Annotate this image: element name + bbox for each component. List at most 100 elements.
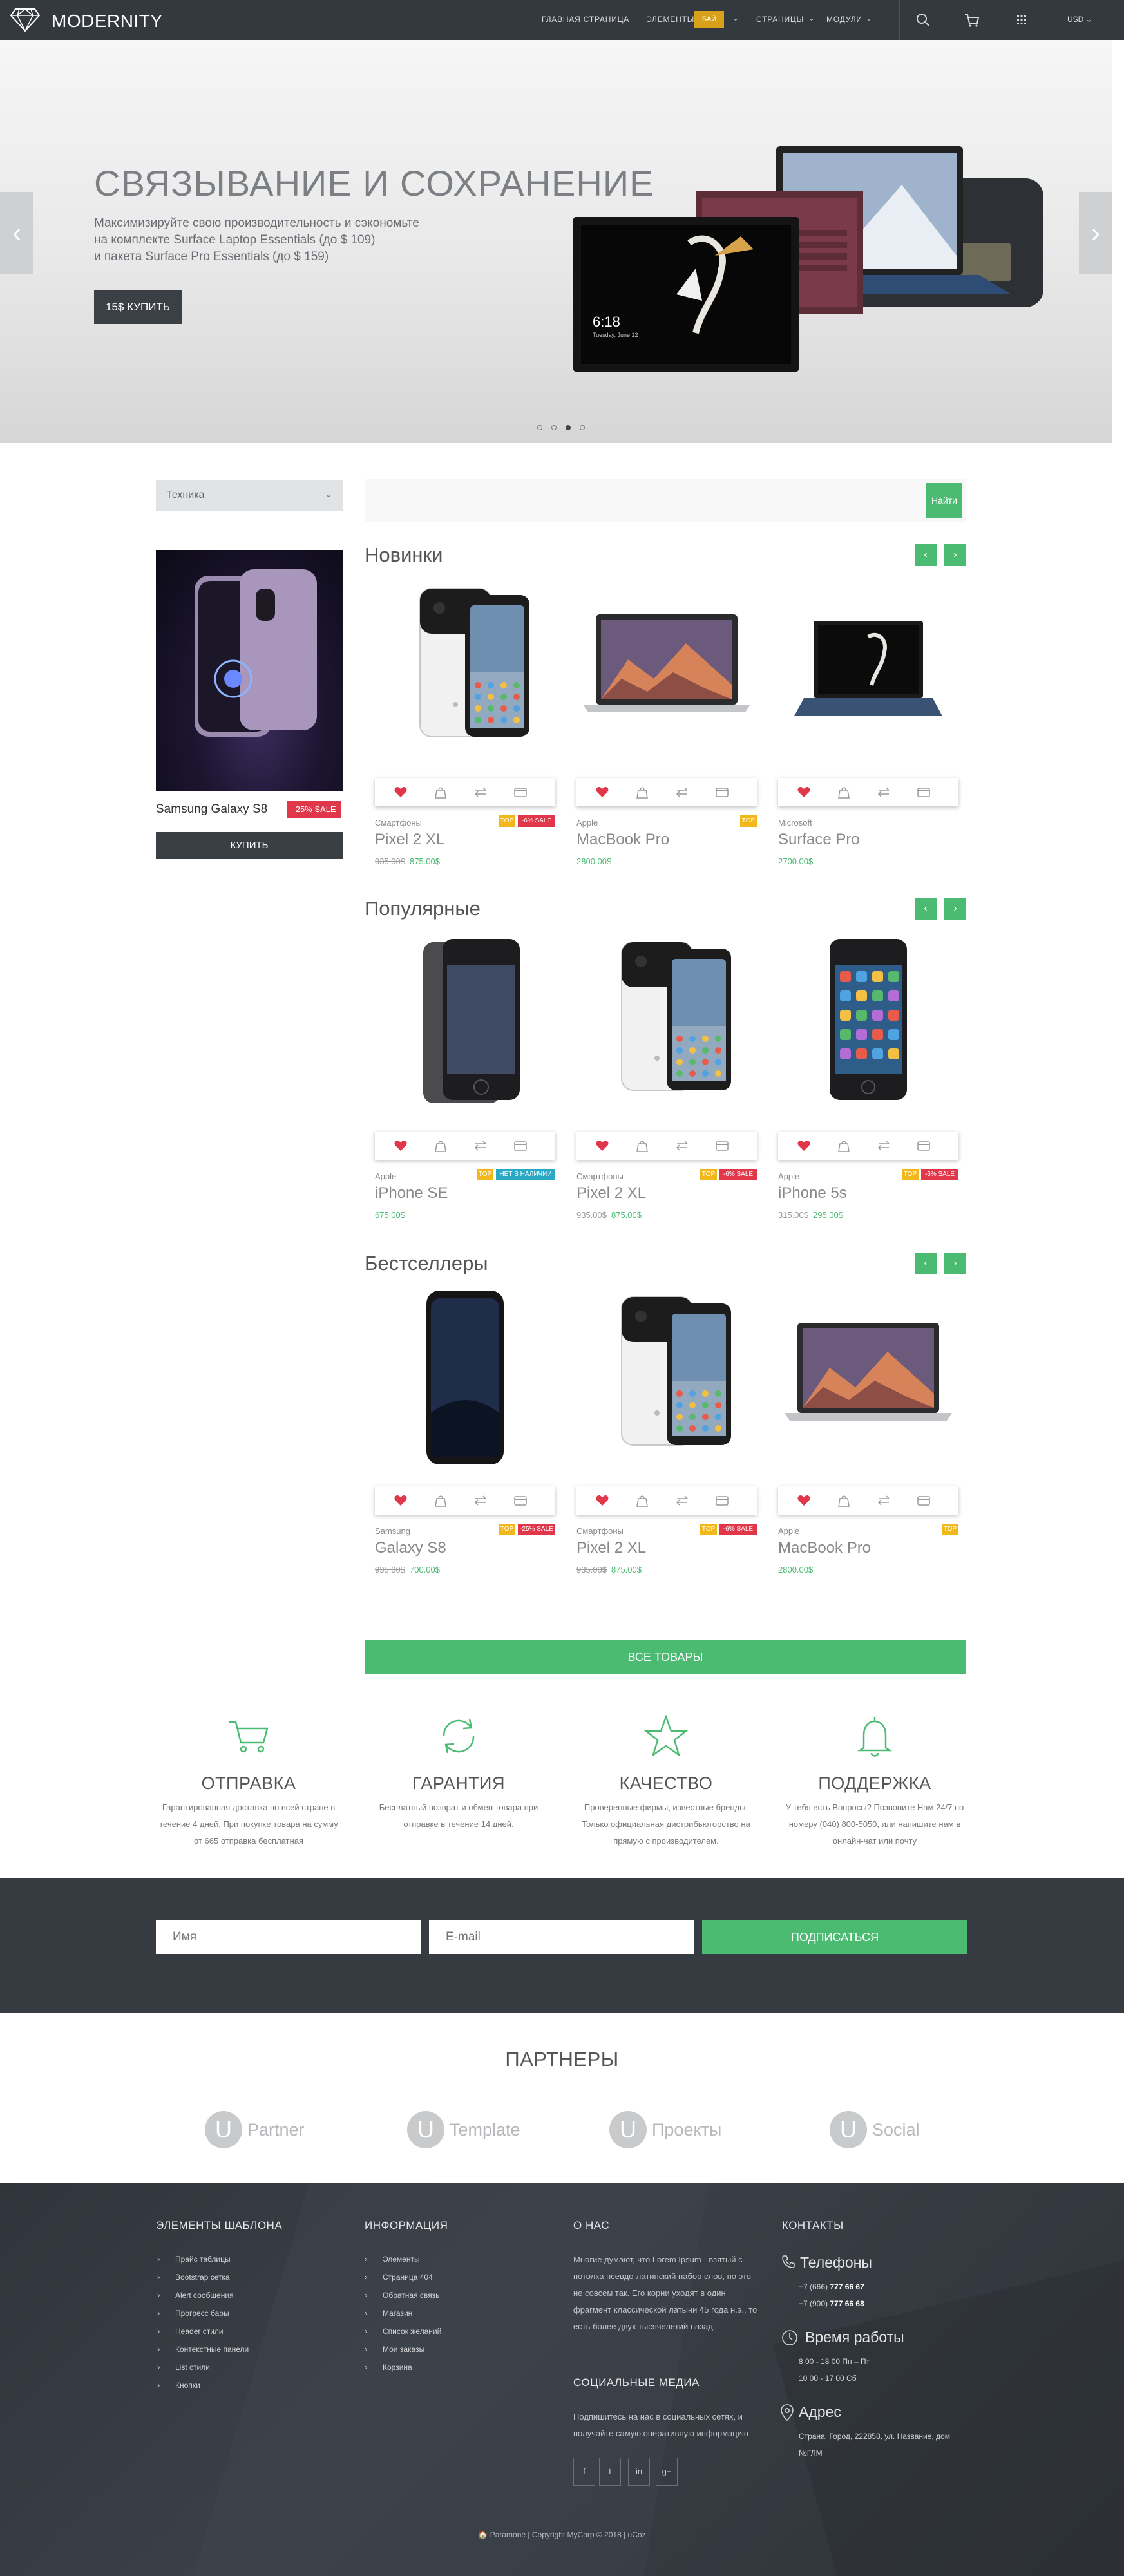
galaxy-product-image[interactable] <box>375 1284 555 1477</box>
footer-link[interactable]: Прогресс бары <box>175 2309 229 2318</box>
footer-link[interactable]: Кнопки <box>175 2381 200 2390</box>
compare-arrows-icon[interactable] <box>473 1493 488 1508</box>
compare-arrows-icon[interactable] <box>674 1493 690 1508</box>
nav-pages[interactable]: СТРАНИЦЫ <box>756 15 804 24</box>
compare-arrows-icon[interactable] <box>876 784 891 800</box>
wishlist-heart-icon[interactable] <box>796 784 812 800</box>
grid-menu-icon[interactable] <box>1012 10 1031 30</box>
footer-link[interactable]: Контекстные панели <box>175 2345 249 2354</box>
wishlist-heart-icon[interactable] <box>595 1138 610 1153</box>
carousel-next-button[interactable]: › <box>944 1253 966 1274</box>
footer-link[interactable]: Корзина <box>383 2363 412 2372</box>
product-brand[interactable]: Apple <box>778 1526 799 1536</box>
add-to-cart-bag-icon[interactable] <box>433 1493 448 1508</box>
pixel-product-image[interactable] <box>576 1284 757 1477</box>
currency-selector[interactable]: USD ⌄ <box>1067 15 1092 24</box>
quick-buy-card-icon[interactable] <box>714 1493 730 1508</box>
footer-link[interactable]: Обратная связь <box>383 2291 439 2300</box>
promo-buy-button[interactable]: КУПИТЬ <box>156 832 343 859</box>
product-card[interactable] <box>375 929 555 1135</box>
slider-next-button[interactable]: › <box>1079 192 1112 274</box>
linkedin-icon[interactable]: in <box>628 2458 650 2486</box>
subscribe-button[interactable]: ПОДПИСАТЬСЯ <box>702 1920 967 1954</box>
slider-prev-button[interactable]: ‹ <box>0 192 33 274</box>
quick-buy-card-icon[interactable] <box>513 1138 528 1153</box>
product-brand[interactable]: Смартфоны <box>576 1171 624 1181</box>
wishlist-heart-icon[interactable] <box>393 1138 408 1153</box>
quick-buy-card-icon[interactable] <box>513 784 528 800</box>
diamond-logo-icon[interactable] <box>10 8 40 32</box>
footer-link[interactable]: Мои заказы <box>383 2345 424 2354</box>
phone-number[interactable]: +7 (900) 777 66 68 <box>799 2299 864 2308</box>
product-brand[interactable]: Смартфоны <box>576 1526 624 1536</box>
wishlist-heart-icon[interactable] <box>796 1493 812 1508</box>
promo-banner-image[interactable] <box>156 550 343 791</box>
product-card[interactable] <box>778 929 958 1135</box>
phone-number[interactable]: +7 (666) 777 66 67 <box>799 2282 864 2291</box>
slider-dot[interactable] <box>580 425 585 430</box>
compare-arrows-icon[interactable] <box>473 784 488 800</box>
carousel-prev-button[interactable]: ‹ <box>915 544 937 566</box>
product-brand[interactable]: Samsung <box>375 1526 410 1536</box>
wishlist-heart-icon[interactable] <box>393 784 408 800</box>
quick-buy-card-icon[interactable] <box>513 1493 528 1508</box>
footer-link[interactable]: Header стили <box>175 2327 224 2336</box>
compare-arrows-icon[interactable] <box>876 1138 891 1153</box>
carousel-prev-button[interactable]: ‹ <box>915 898 937 920</box>
pixel-product-image[interactable] <box>375 576 555 769</box>
product-name[interactable]: Galaxy S8 <box>375 1539 446 1557</box>
product-card[interactable] <box>778 1284 958 1490</box>
quick-buy-card-icon[interactable] <box>714 784 730 800</box>
product-card[interactable] <box>576 576 757 782</box>
product-name[interactable]: Pixel 2 XL <box>576 1539 646 1557</box>
compare-arrows-icon[interactable] <box>674 1138 690 1153</box>
all-products-button[interactable]: ВСЕ ТОВАРЫ <box>365 1640 966 1674</box>
product-card[interactable] <box>375 576 555 782</box>
slider-dot[interactable] <box>551 425 557 430</box>
carousel-next-button[interactable]: › <box>944 544 966 566</box>
logo-text[interactable]: MODERNITY <box>52 11 163 32</box>
compare-arrows-icon[interactable] <box>876 1493 891 1508</box>
product-brand[interactable]: Apple <box>778 1171 799 1181</box>
quick-buy-card-icon[interactable] <box>916 784 931 800</box>
search-icon[interactable] <box>913 10 933 30</box>
product-card[interactable] <box>576 1284 757 1490</box>
wishlist-heart-icon[interactable] <box>393 1493 408 1508</box>
product-brand[interactable]: Microsoft <box>778 818 812 828</box>
product-name[interactable]: Pixel 2 XL <box>375 831 444 849</box>
add-to-cart-bag-icon[interactable] <box>433 784 448 800</box>
slider-dot[interactable] <box>537 425 542 430</box>
footer-link[interactable]: List стили <box>175 2363 210 2372</box>
quick-buy-card-icon[interactable] <box>714 1138 730 1153</box>
promo-title[interactable]: Samsung Galaxy S8 <box>156 802 267 817</box>
product-card[interactable] <box>375 1284 555 1490</box>
product-name[interactable]: MacBook Pro <box>778 1539 871 1557</box>
product-brand[interactable]: Apple <box>576 818 598 828</box>
wishlist-heart-icon[interactable] <box>595 1493 610 1508</box>
product-name[interactable]: Pixel 2 XL <box>576 1184 646 1202</box>
product-brand[interactable]: Apple <box>375 1171 396 1181</box>
compare-arrows-icon[interactable] <box>473 1138 488 1153</box>
iphone5s-product-image[interactable] <box>778 929 958 1122</box>
footer-link[interactable]: Страница 404 <box>383 2273 433 2282</box>
slider-dot-active[interactable] <box>566 425 571 430</box>
footer-link[interactable]: Список желаний <box>383 2327 441 2336</box>
add-to-cart-bag-icon[interactable] <box>836 1138 852 1153</box>
carousel-next-button[interactable]: › <box>944 898 966 920</box>
product-name[interactable]: iPhone 5s <box>778 1184 847 1202</box>
add-to-cart-bag-icon[interactable] <box>634 1138 650 1153</box>
product-brand[interactable]: Смартфоны <box>375 818 422 828</box>
name-input[interactable] <box>156 1920 421 1954</box>
nav-home[interactable]: ГЛАВНАЯ СТРАНИЦА <box>542 15 629 24</box>
footer-link[interactable]: Магазин <box>383 2309 412 2318</box>
search-button[interactable]: Найти <box>926 483 962 518</box>
add-to-cart-bag-icon[interactable] <box>836 784 852 800</box>
hero-buy-button[interactable]: 15$ КУПИТЬ <box>94 290 182 324</box>
add-to-cart-bag-icon[interactable] <box>836 1493 852 1508</box>
carousel-prev-button[interactable]: ‹ <box>915 1253 937 1274</box>
twitter-icon[interactable]: t <box>599 2458 621 2486</box>
footer-link[interactable]: Alert сообщения <box>175 2291 234 2300</box>
pixel-product-image[interactable] <box>576 929 757 1122</box>
email-input[interactable] <box>429 1920 694 1954</box>
surface-product-image[interactable] <box>778 576 958 769</box>
